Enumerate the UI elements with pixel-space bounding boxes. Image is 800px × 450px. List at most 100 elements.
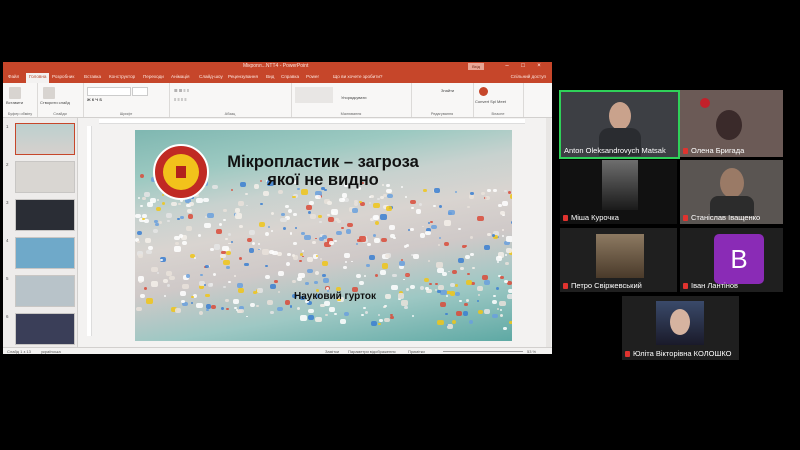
slide-thumbnail[interactable] xyxy=(15,275,75,307)
thumb-number: 2 xyxy=(6,162,9,167)
tab-home[interactable]: Головна xyxy=(26,73,50,83)
participant-video xyxy=(720,168,744,198)
participant-tile[interactable]: Юліта Вікторівна КОЛОШКО xyxy=(622,296,739,360)
group-label: Редагування xyxy=(430,112,454,116)
muted-mic-icon xyxy=(563,283,568,290)
participant-tile[interactable]: B Іван Лантінов xyxy=(680,228,783,292)
notes-button[interactable]: Замітки xyxy=(325,349,339,354)
tab-animations[interactable]: Анімація xyxy=(171,74,189,79)
quick-access-toolbar[interactable] xyxy=(7,64,77,77)
zoom-level[interactable]: 53 % xyxy=(527,349,536,354)
slide-thumbnail[interactable] xyxy=(15,161,75,193)
paste-button[interactable]: Вставити xyxy=(6,100,23,105)
participant-name: Станіслав Іващенко xyxy=(683,213,760,222)
slide-thumbnail[interactable] xyxy=(15,313,75,345)
close-icon[interactable]: × xyxy=(535,63,543,70)
avatar: B xyxy=(714,234,764,284)
slide-thumbnail[interactable] xyxy=(15,123,75,155)
participant-video xyxy=(609,102,631,130)
group-label: Малювання xyxy=(340,112,362,116)
group-paragraph: ☰ ☰ ≡ ≡ ≡ ≡ ≡ ≡ Абзац xyxy=(169,83,292,117)
tab-design[interactable]: Конструктор xyxy=(109,74,135,79)
tab-view[interactable]: Вид xyxy=(266,74,274,79)
participant-video xyxy=(656,301,704,345)
tab-insert[interactable]: Вставка xyxy=(84,74,101,79)
participant-name: Міша Курочка xyxy=(563,213,619,222)
tab-help[interactable]: Справка xyxy=(281,74,299,79)
arrange-button[interactable]: Упорядкувати xyxy=(341,95,367,100)
slide-canvas[interactable]: Мікропластик – загроза якої не видно Нау… xyxy=(135,130,512,341)
thumb-number: 3 xyxy=(6,200,9,205)
bold-icon[interactable]: Ж К Ч S xyxy=(87,97,102,102)
tab-review[interactable]: Рецензування xyxy=(228,74,258,79)
muted-mic-icon xyxy=(683,283,688,290)
tab-power[interactable]: Power xyxy=(306,74,319,79)
thumb-number: 6 xyxy=(6,314,9,319)
login-button[interactable]: Вхід xyxy=(468,63,484,70)
new-slide-icon[interactable] xyxy=(43,87,55,99)
participant-video xyxy=(596,234,644,278)
muted-mic-icon xyxy=(625,351,630,358)
thumb-number: 4 xyxy=(6,238,9,243)
slide-thumbnail[interactable] xyxy=(15,199,75,231)
minimize-icon[interactable]: – xyxy=(503,63,511,70)
find-button[interactable]: Знайти xyxy=(441,88,454,93)
participant-name: Петро Свіржевський xyxy=(563,281,642,290)
muted-mic-icon xyxy=(563,215,568,222)
group-clipboard: Вставити Буфер обміну xyxy=(3,83,38,117)
zoom-slider[interactable] xyxy=(443,351,523,352)
muted-mic-icon xyxy=(683,215,688,222)
group-drawing: Упорядкувати Малювання xyxy=(291,83,412,117)
language[interactable]: українська xyxy=(41,349,61,354)
tab-transitions[interactable]: Переходи xyxy=(143,74,164,79)
convert-button[interactable]: Convert Spl Meet xyxy=(475,99,506,104)
participant-tile[interactable]: Міша Курочка xyxy=(560,160,677,224)
tab-slideshow[interactable]: Слайд-шоу xyxy=(199,74,223,79)
group-editing: Знайти Редагування xyxy=(411,83,474,117)
thumb-number: 5 xyxy=(6,276,9,281)
tab-file[interactable]: Файл xyxy=(8,74,19,79)
participant-tile[interactable]: Петро Свіржевський xyxy=(560,228,677,292)
align-icons[interactable]: ≡ ≡ ≡ ≡ xyxy=(174,97,187,102)
tell-me-search[interactable]: Що ви хочете зробити? xyxy=(333,74,382,79)
ribbon: Вставити Буфер обміну Створити слайд Сла… xyxy=(3,83,552,118)
thumb-number: 1 xyxy=(6,124,9,129)
participant-tile[interactable]: Олена Бригада xyxy=(680,90,783,157)
shapes-gallery[interactable] xyxy=(295,87,333,103)
slide-subtitle[interactable]: Науковий гурток xyxy=(255,291,415,302)
group-label: Шрифт xyxy=(119,112,133,116)
convert-icon[interactable] xyxy=(479,87,488,96)
group-label: Слайди xyxy=(53,112,67,116)
emblem-logo xyxy=(153,144,209,200)
muted-mic-icon xyxy=(683,148,688,155)
participant-name: Олена Бригада xyxy=(683,146,744,155)
font-select[interactable] xyxy=(87,87,131,96)
vertical-ruler xyxy=(87,126,92,336)
group-font: Ж К Ч S Шрифт xyxy=(83,83,170,117)
group-label: Буфер обміну xyxy=(7,112,33,116)
participant-name: Anton Oleksandrovych Matsak xyxy=(564,146,666,155)
group-label: Абзац xyxy=(224,112,236,116)
participant-name: Юліта Вікторівна КОЛОШКО xyxy=(625,349,731,358)
slide-thumbnail[interactable] xyxy=(15,237,75,269)
maximize-icon[interactable]: □ xyxy=(519,63,527,70)
group-slides: Створити слайд Слайди xyxy=(37,83,84,117)
font-size-select[interactable] xyxy=(132,87,148,96)
display-settings-button[interactable]: Параметри відображення xyxy=(348,349,396,354)
share-button[interactable]: Спільний доступ xyxy=(511,74,546,79)
paste-icon[interactable] xyxy=(9,87,21,99)
participant-tile[interactable]: Станіслав Іващенко xyxy=(680,160,783,224)
participant-tile[interactable]: Anton Oleksandrovych Matsak xyxy=(559,90,680,159)
vertical-scrollbar[interactable] xyxy=(546,118,551,347)
status-bar: Слайд 1 з 13 українська Замітки Параметр… xyxy=(3,347,552,354)
slide-count: Слайд 1 з 13 xyxy=(7,349,31,354)
tab-developer[interactable]: Розробник xyxy=(52,74,74,79)
horizontal-ruler xyxy=(99,119,525,124)
list-icons[interactable]: ☰ ☰ ≡ ≡ xyxy=(174,88,189,93)
title-bar: Мікропл...NTT4 - PowerPoint Вхід – □ × xyxy=(3,62,552,77)
new-slide-button[interactable]: Створити слайд xyxy=(40,100,70,105)
slide-title[interactable]: Мікропластик – загроза якої не видно xyxy=(213,153,433,189)
slide-thumbnails-pane: 1 2 3 4 5 6 xyxy=(3,118,78,347)
group-custom: Convert Spl Meet Власне xyxy=(473,83,524,117)
comments-button[interactable]: Примітки xyxy=(408,349,425,354)
